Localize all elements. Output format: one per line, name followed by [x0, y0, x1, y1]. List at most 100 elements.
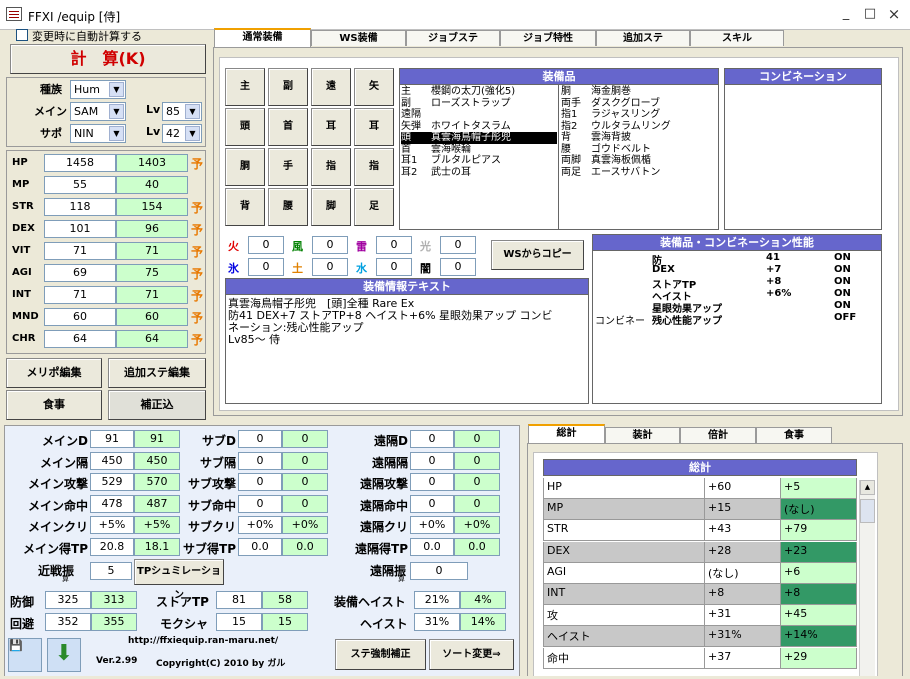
summary-tab-1[interactable]: 装計 [605, 427, 680, 443]
slot-button[interactable]: 頭 [225, 108, 265, 146]
perf-flag[interactable]: ON [834, 264, 851, 275]
total-equip-value: +28 [705, 541, 781, 563]
total-scrollbar[interactable]: ▲ [859, 480, 875, 679]
equip-row[interactable]: 耳1 ブルタルピアス [401, 155, 557, 167]
main-job-select[interactable]: SAM ▼ [70, 102, 126, 121]
tab-5[interactable]: スキル [690, 30, 784, 46]
slot-button[interactable]: 脚 [311, 188, 351, 226]
ws-copy-button[interactable]: WSからコピー [491, 240, 584, 270]
slot-button[interactable]: 胴 [225, 148, 265, 186]
equip-row[interactable]: 両脚 真雲海板佩楯 [561, 155, 717, 167]
tab-3[interactable]: ジョブ特性 [500, 30, 596, 46]
equip-row[interactable]: 胴 海金胴巻 [561, 86, 717, 98]
summary-tab-3[interactable]: 食事 [756, 427, 832, 443]
perf-flag[interactable]: ON [834, 252, 851, 263]
combination-header: コンビネーション [724, 68, 882, 85]
slot-button[interactable]: 背 [225, 188, 265, 226]
slot-button[interactable]: 主 [225, 68, 265, 106]
forecast-icon[interactable]: 予 [191, 287, 203, 304]
equip-row[interactable]: 矢弾 ホワイトタスラム [401, 121, 557, 133]
stat-total-value: 71 [116, 242, 188, 260]
equip-row[interactable]: 背 雲海背披 [561, 132, 717, 144]
save-icon[interactable]: 💾 [8, 638, 42, 672]
main-level-select[interactable]: 85 ▼ [162, 102, 202, 121]
element-resist-input[interactable]: 0 [312, 236, 348, 254]
summary-tab-0[interactable]: 総計 [528, 424, 605, 443]
equip-row[interactable]: 首 雲海喉輪 [401, 144, 557, 156]
sub-job-label: サポ [40, 127, 62, 140]
equip-slot-label: 両手 [561, 97, 581, 109]
scroll-up-icon[interactable]: ▲ [860, 480, 875, 495]
equip-row[interactable]: 耳2 武士の耳 [401, 167, 557, 179]
load-icon[interactable]: ⬇ [47, 638, 81, 672]
forecast-icon[interactable]: 予 [191, 155, 203, 172]
perf-flag[interactable]: OFF [834, 312, 856, 323]
chevron-down-icon: ▼ [109, 126, 124, 141]
autocalc-checkbox[interactable] [16, 29, 28, 41]
element-resist-input[interactable]: 0 [248, 236, 284, 254]
forecast-icon[interactable]: 予 [191, 221, 203, 238]
chevron-down-icon: ▼ [109, 82, 124, 97]
equip-row[interactable]: 指1 ラジャスリング [561, 109, 717, 121]
slot-button[interactable]: 耳 [311, 108, 351, 146]
tp-simulation-button[interactable]: TPシュミレーション [134, 559, 224, 601]
calculate-button[interactable]: 計 算(K) [10, 44, 206, 74]
slot-button[interactable]: 腰 [268, 188, 308, 226]
summary-tab-2[interactable]: 倍計 [680, 427, 756, 443]
forecast-icon[interactable]: 予 [191, 265, 203, 282]
forecast-icon[interactable]: 予 [191, 331, 203, 348]
race-select[interactable]: Hum ▼ [70, 80, 126, 99]
stat-base-value: 69 [44, 264, 116, 282]
food-button[interactable]: 食事 [6, 390, 102, 420]
element-resist-input[interactable]: 0 [376, 236, 412, 254]
equip-row[interactable]: 両手 ダスクグローブ [561, 98, 717, 110]
element-resist-input[interactable]: 0 [248, 258, 284, 276]
equip-row[interactable]: 腰 ゴウドベルト [561, 144, 717, 156]
perf-flag[interactable]: ON [834, 288, 851, 299]
element-resist-input[interactable]: 0 [440, 236, 476, 254]
close-button[interactable]: × [884, 6, 904, 24]
perf-flag[interactable]: ON [834, 276, 851, 287]
total-equip-value: +37 [705, 647, 781, 669]
slot-button[interactable]: 足 [354, 188, 394, 226]
equip-row[interactable]: 指2 ウルタラムリング [561, 121, 717, 133]
equip-row[interactable]: 両足 エースサバトン [561, 167, 717, 179]
maximize-button[interactable]: □ [860, 6, 880, 24]
forecast-icon[interactable]: 予 [191, 199, 203, 216]
sort-change-button[interactable]: ソート変更⇒ [429, 639, 514, 670]
forecast-icon[interactable]: 予 [191, 243, 203, 260]
slot-button[interactable]: 副 [268, 68, 308, 106]
equip-row[interactable]: 遠隔 [401, 109, 557, 121]
tab-0[interactable]: 通常装備 [214, 28, 311, 47]
sub-level-select[interactable]: 42 ▼ [162, 124, 202, 143]
slot-button[interactable]: 手 [268, 148, 308, 186]
title-bar: FFXI /equip [侍] _ □ × [0, 0, 910, 30]
tab-4[interactable]: 追加ステ [596, 30, 690, 46]
addstat-edit-button[interactable]: 追加ステ編集 [108, 358, 206, 388]
equip-row[interactable]: 頭 真雲海鳥帽子彤兜 [401, 132, 557, 144]
slot-button[interactable]: 遠 [311, 68, 351, 106]
tab-2[interactable]: ジョブステ [406, 30, 500, 46]
perf-flag[interactable]: ON [834, 300, 851, 311]
equip-row[interactable]: 主 櫻鋼の太刀(強化5) [401, 86, 557, 98]
homepage-link[interactable]: http://ffxiequip.ran-maru.net/ [128, 636, 278, 646]
element-resist-input[interactable]: 0 [376, 258, 412, 276]
slot-button[interactable]: 指 [311, 148, 351, 186]
total-equip-value: +15 [705, 499, 781, 521]
slot-button[interactable]: 指 [354, 148, 394, 186]
element-resist-input[interactable]: 0 [440, 258, 476, 276]
tab-1[interactable]: WS装備 [311, 30, 406, 46]
correction-toggle[interactable]: 補正込 [108, 390, 206, 420]
element-resist-input[interactable]: 0 [312, 258, 348, 276]
main-level-value: 85 [166, 105, 180, 118]
equip-row[interactable]: 副 ローズストラップ [401, 98, 557, 110]
merit-edit-button[interactable]: メリポ編集 [6, 358, 102, 388]
slot-button[interactable]: 矢 [354, 68, 394, 106]
sub-job-select[interactable]: NIN ▼ [70, 124, 126, 143]
force-stat-button[interactable]: ステ強制補正 [335, 639, 426, 670]
scroll-thumb[interactable] [860, 499, 875, 523]
slot-button[interactable]: 首 [268, 108, 308, 146]
forecast-icon[interactable]: 予 [191, 309, 203, 326]
minimize-button[interactable]: _ [836, 6, 856, 24]
slot-button[interactable]: 耳 [354, 108, 394, 146]
